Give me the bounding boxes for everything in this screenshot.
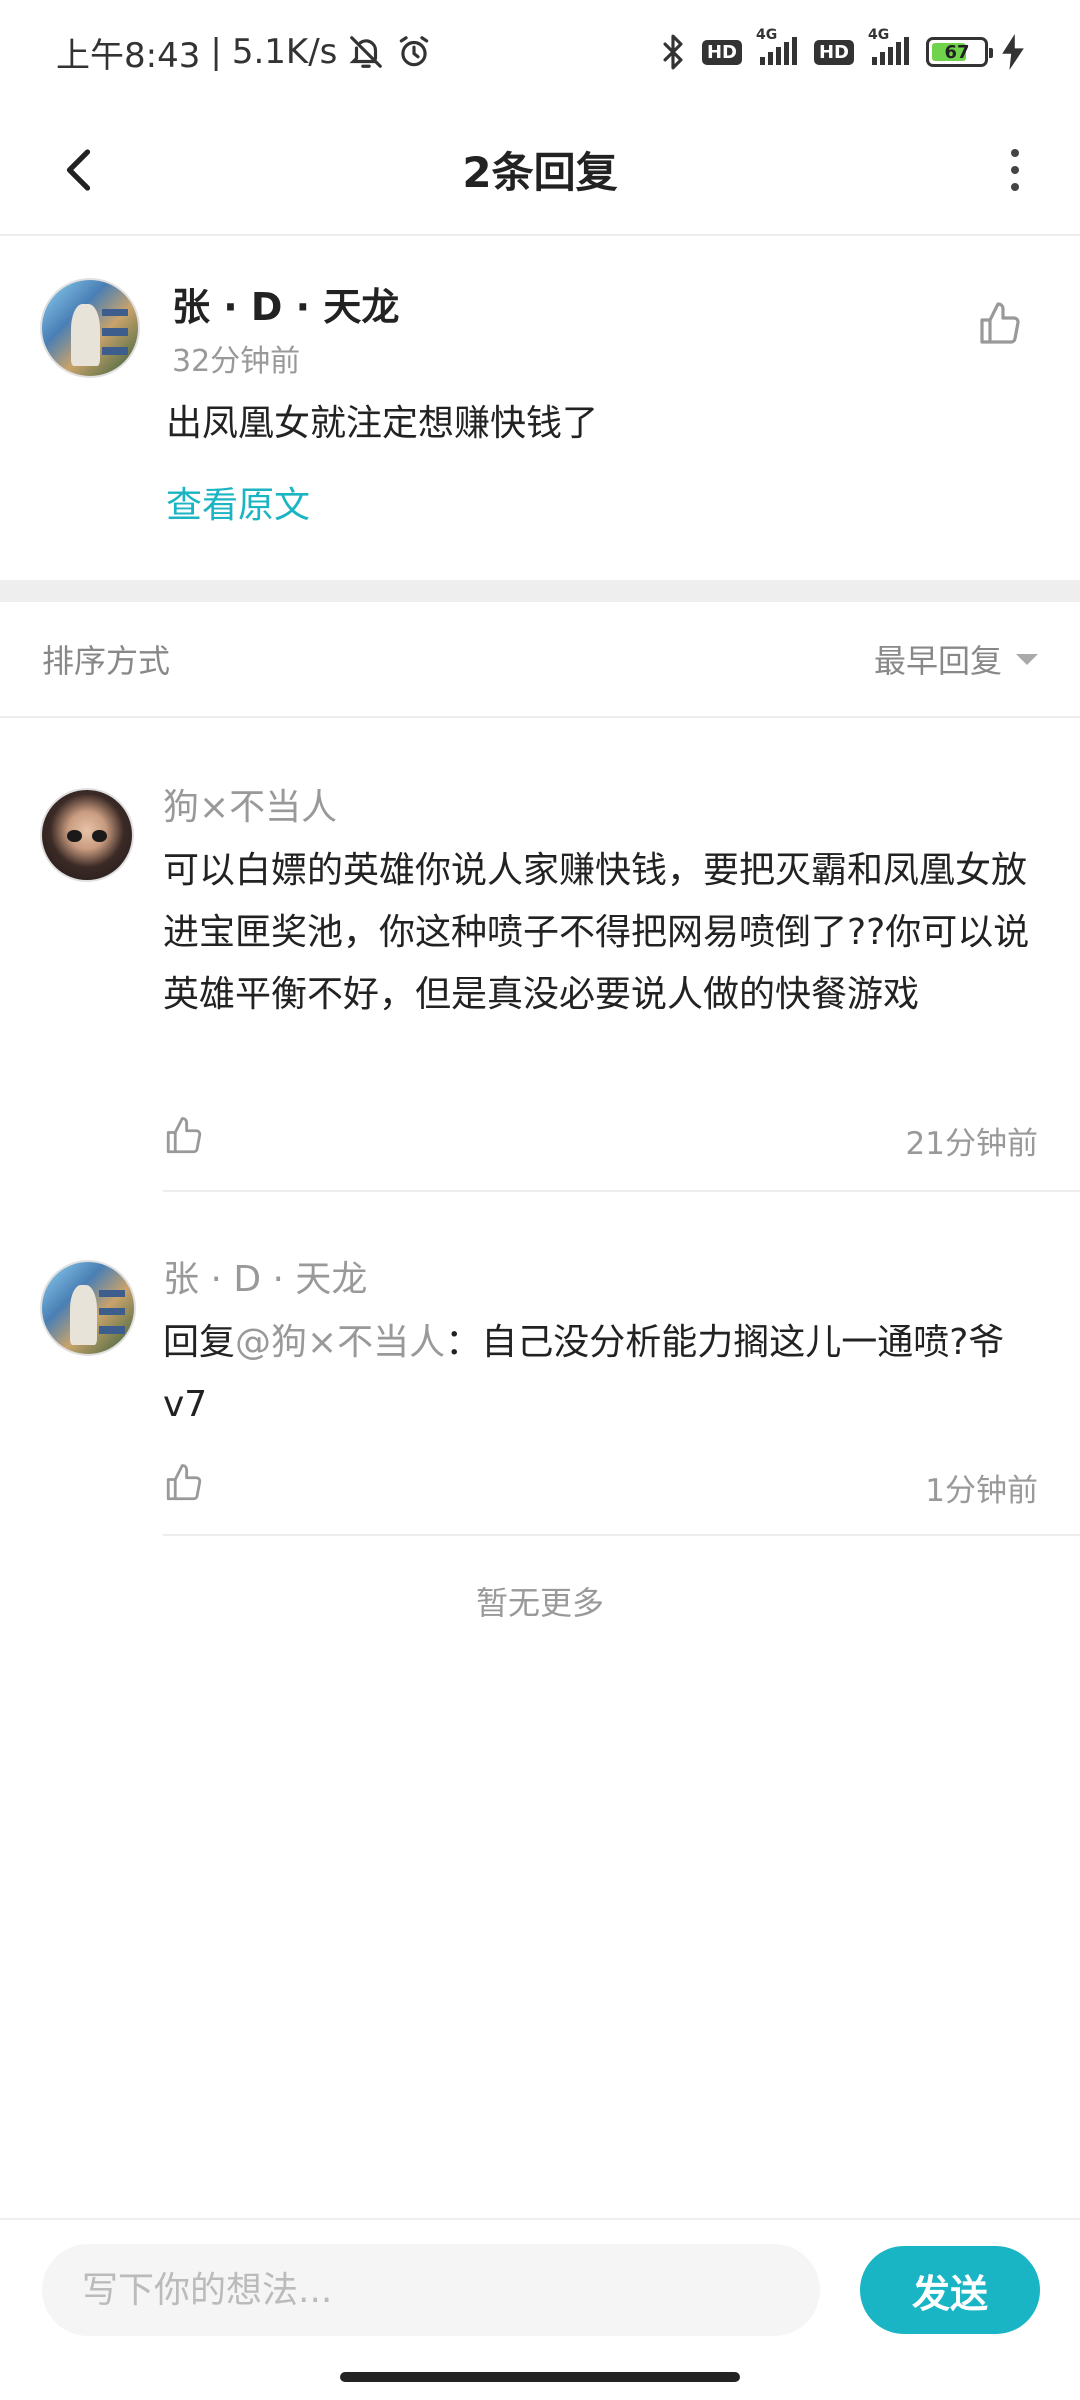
more-vertical-icon-dot — [1011, 183, 1019, 191]
thumbs-up-icon — [166, 1464, 202, 1501]
original-comment: 张 · D · 天龙 32分钟前 出凤凰女就注定想赚快钱了 查看原文 — [0, 236, 1080, 580]
avatar-detail — [99, 1308, 125, 1316]
status-left: 上午8:43 | 5.1K/s — [56, 28, 433, 77]
comment-body: 出凤凰女就注定想赚快钱了 — [166, 403, 599, 444]
page-title: 2条回复 — [462, 147, 618, 197]
sort-row: 排序方式 最早回复 — [0, 602, 1080, 718]
battery-icon: 67 — [926, 37, 993, 67]
like-button[interactable] — [976, 300, 1024, 348]
like-button[interactable] — [163, 1115, 205, 1157]
section-divider — [0, 580, 1080, 602]
top-app-bar: 2条回复 — [0, 104, 1080, 236]
signal-label: 4G — [868, 27, 890, 43]
signal-icon: 4G — [756, 27, 800, 67]
battery-level: 67 — [944, 41, 970, 63]
sort-label: 排序方式 — [42, 642, 171, 680]
sort-dropdown[interactable]: 最早回复 — [874, 636, 1038, 682]
avatar[interactable] — [40, 1260, 136, 1356]
comment-input[interactable] — [42, 2244, 820, 2336]
reply-time: 21分钟前 — [905, 1126, 1038, 1162]
like-button[interactable] — [163, 1462, 205, 1504]
bluetooth-icon — [658, 33, 688, 71]
reply-time: 1分钟前 — [925, 1473, 1038, 1509]
no-more-text: 暂无更多 — [475, 1584, 604, 1622]
back-button[interactable] — [40, 130, 120, 210]
network-speed: 5.1K/s — [231, 32, 338, 72]
avatar[interactable] — [40, 278, 140, 378]
reply-body: 回复@狗×不当人：自己没分析能力搁这儿一通喷?爷v7 — [163, 1312, 1043, 1436]
bell-off-icon — [347, 33, 385, 71]
status-bar: 上午8:43 | 5.1K/s HD 4G HD 4G 67 — [0, 0, 1080, 104]
more-options-button[interactable] — [980, 130, 1050, 210]
thumbs-up-icon — [166, 1117, 202, 1154]
charging-icon — [1002, 34, 1024, 70]
send-button[interactable]: 发送 — [860, 2246, 1040, 2334]
author-name[interactable]: 张 · D · 天龙 — [172, 276, 399, 331]
status-time: 上午8:43 — [56, 35, 201, 76]
reply-author[interactable]: 张 · D · 天龙 — [163, 1250, 367, 1302]
reply-author[interactable]: 狗×不当人 — [163, 778, 337, 830]
chevron-left-icon — [66, 149, 91, 191]
view-original-link[interactable]: 查看原文 — [166, 476, 310, 528]
avatar-detail — [99, 1289, 125, 1297]
avatar-figure — [70, 304, 100, 367]
mention-link[interactable]: @狗×不当人 — [235, 1322, 445, 1363]
avatar-detail — [99, 1326, 125, 1334]
signal-label: 4G — [755, 27, 778, 43]
list-item: 张 · D · 天龙 回复@狗×不当人：自己没分析能力搁这儿一通喷?爷v7 1分… — [0, 1192, 1080, 1536]
more-vertical-icon — [1011, 149, 1019, 157]
avatar-detail — [101, 328, 129, 336]
reply-body: 可以白嫖的英雄你说人家赚快钱，要把灭霸和凤凰女放进宝匣奖池，你这种喷子不得把网易… — [163, 850, 1030, 1015]
hd-badge: HD — [701, 39, 742, 65]
comment-time: 32分钟前 — [172, 344, 301, 379]
status-right: HD 4G HD 4G 67 — [658, 27, 1024, 71]
avatar-detail — [101, 308, 129, 317]
thumbs-up-icon — [980, 302, 1020, 344]
avatar-detail — [67, 829, 82, 843]
reply-prefix: 回复 — [163, 1322, 236, 1363]
avatar-figure — [69, 1285, 98, 1345]
divider — [163, 1534, 1080, 1536]
comment-composer: 发送 — [0, 2218, 1080, 2358]
list-item: 狗×不当人 可以白嫖的英雄你说人家赚快钱，要把灭霸和凤凰女放进宝匣奖池，你这种喷… — [0, 718, 1080, 1192]
caret-down-icon — [1016, 653, 1038, 665]
status-separator: | — [210, 32, 222, 72]
avatar-detail — [92, 829, 107, 843]
avatar-detail — [101, 347, 129, 355]
home-indicator[interactable] — [340, 2372, 740, 2382]
more-vertical-icon-dot — [1011, 166, 1019, 174]
signal-icon: 4G — [868, 27, 912, 67]
avatar[interactable] — [40, 788, 134, 882]
sort-selected: 最早回复 — [873, 642, 1002, 680]
hd-badge: HD — [813, 39, 854, 65]
alarm-icon — [395, 33, 433, 71]
